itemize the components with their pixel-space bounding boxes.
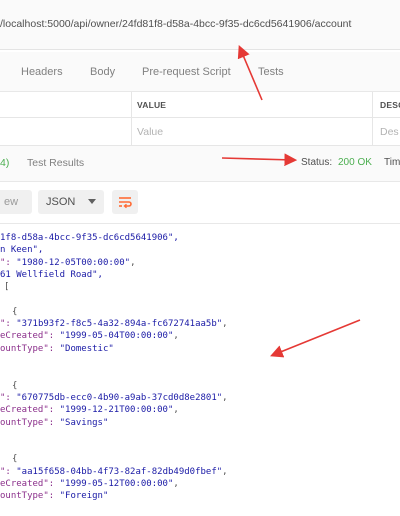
response-line: n Keen",	[0, 244, 43, 256]
response-line: ountType": "Domestic"	[0, 343, 114, 355]
response-line: eCreated": "1999-12-21T00:00:00",	[0, 404, 179, 416]
json-key: ":	[0, 257, 17, 268]
tab-headers[interactable]: Headers	[21, 66, 63, 78]
response-line: 61 Wellfield Road",	[0, 269, 103, 281]
url-input[interactable]: /localhost:5000/api/owner/24fd81f8-d58a-…	[0, 18, 351, 30]
column-divider	[372, 92, 373, 117]
json-string: "Domestic"	[59, 343, 114, 354]
json-punctuation: {	[12, 454, 18, 465]
response-line: ountType": "Foreign"	[0, 490, 108, 502]
status-label: Status:	[301, 157, 333, 168]
json-string: "1980-12-05T00:00:00"	[16, 257, 131, 268]
json-string: 61 Wellfield Road	[0, 269, 93, 280]
response-line: ": "aa15f658-04bb-4f73-82af-82db49d0fbef…	[0, 466, 228, 478]
json-string: "670775db-ecc0-4b90-a9ab-37cd0d8e2801"	[16, 392, 223, 403]
json-punctuation: {	[12, 380, 18, 391]
response-line: ": "371b93f2-f8c5-4a32-894a-fc672741aa5b…	[0, 318, 228, 330]
column-divider	[131, 118, 132, 145]
json-string: "1999-05-04T00:00:00"	[59, 331, 174, 342]
response-line: {	[12, 306, 17, 318]
request-tabs: Headers Body Pre-request Script Tests	[0, 52, 400, 92]
column-divider	[131, 92, 132, 117]
json-key: ountType":	[0, 417, 60, 428]
response-line: {	[12, 380, 17, 392]
response-line: eCreated": "1999-05-12T00:00:00",	[0, 478, 179, 490]
json-string: "aa15f658-04bb-4f73-82af-82db49d0fbef"	[16, 466, 223, 477]
tab-body[interactable]: Body	[90, 66, 115, 78]
json-key: eCreated":	[0, 331, 60, 342]
response-line: eCreated": "1999-05-04T00:00:00",	[0, 330, 179, 342]
response-line: ": "670775db-ecc0-4b90-a9ab-37cd0d8e2801…	[0, 392, 228, 404]
json-key: eCreated":	[0, 405, 60, 416]
column-header-value: VALUE	[137, 100, 167, 110]
json-punctuation: ,	[222, 392, 228, 403]
wrap-lines-icon	[119, 197, 132, 209]
caret-down-icon	[88, 199, 96, 204]
arrow-to-response	[270, 319, 361, 358]
json-key: ":	[0, 319, 17, 330]
json-punctuation: {	[12, 306, 18, 317]
json-string: 1f8-d58a-4bcc-9f35-dc6cd5641906	[0, 233, 168, 243]
status-badge: 200 OK	[338, 157, 372, 168]
description-input[interactable]: Des	[380, 126, 399, 138]
format-select-value: JSON	[46, 196, 76, 208]
json-punctuation: ",	[167, 233, 179, 243]
response-line: [	[4, 281, 9, 293]
preview-button[interactable]: ew	[0, 190, 32, 214]
json-punctuation: ,	[222, 466, 228, 477]
json-punctuation: ,	[173, 479, 179, 489]
json-punctuation: ",	[92, 269, 103, 280]
json-string: "1999-05-12T00:00:00"	[59, 479, 174, 489]
json-punctuation: ,	[173, 331, 179, 342]
json-key: ountType":	[0, 343, 60, 354]
params-table-header: VALUE DESC	[0, 92, 400, 118]
json-key: eCreated":	[0, 479, 60, 489]
json-key: ountType":	[0, 491, 60, 502]
json-string: n Keen	[0, 245, 33, 256]
time-label: Tim	[384, 157, 400, 168]
wrap-lines-button[interactable]	[112, 190, 138, 214]
json-punctuation: ,	[130, 257, 136, 268]
preview-button-label: ew	[4, 196, 19, 208]
column-header-description: DESC	[380, 100, 400, 110]
json-string: "1999-12-21T00:00:00"	[59, 405, 174, 416]
json-string: "371b93f2-f8c5-4a32-894a-fc672741aa5b"	[16, 319, 223, 330]
json-punctuation: ,	[173, 405, 179, 416]
json-punctuation: ",	[32, 245, 44, 256]
format-select[interactable]: JSON	[38, 190, 104, 214]
tab-pre-request-script[interactable]: Pre-request Script	[142, 66, 231, 78]
json-string: "Savings"	[59, 417, 109, 428]
response-line: 1f8-d58a-4bcc-9f35-dc6cd5641906",	[0, 232, 179, 244]
tab-tests[interactable]: Tests	[258, 66, 284, 78]
response-line: ountType": "Savings"	[0, 417, 108, 429]
response-toolbar: ew JSON	[0, 182, 400, 224]
response-tab-count[interactable]: 4)	[0, 157, 9, 169]
url-bar[interactable]: /localhost:5000/api/owner/24fd81f8-d58a-…	[0, 0, 400, 50]
tab-test-results[interactable]: Test Results	[27, 157, 84, 169]
json-key: ":	[0, 466, 17, 477]
params-table-row: Value Des	[0, 118, 400, 146]
response-line: ": "1980-12-05T00:00:00",	[0, 257, 135, 269]
json-punctuation: ,	[222, 319, 228, 330]
json-string: "Foreign"	[59, 491, 109, 502]
value-input[interactable]: Value	[137, 126, 163, 138]
response-tabs: 4) Test Results Status: 200 OK Tim	[0, 146, 400, 182]
response-line: {	[12, 453, 17, 465]
column-divider	[372, 118, 373, 145]
json-punctuation: [	[4, 282, 10, 293]
json-key: ":	[0, 392, 17, 403]
